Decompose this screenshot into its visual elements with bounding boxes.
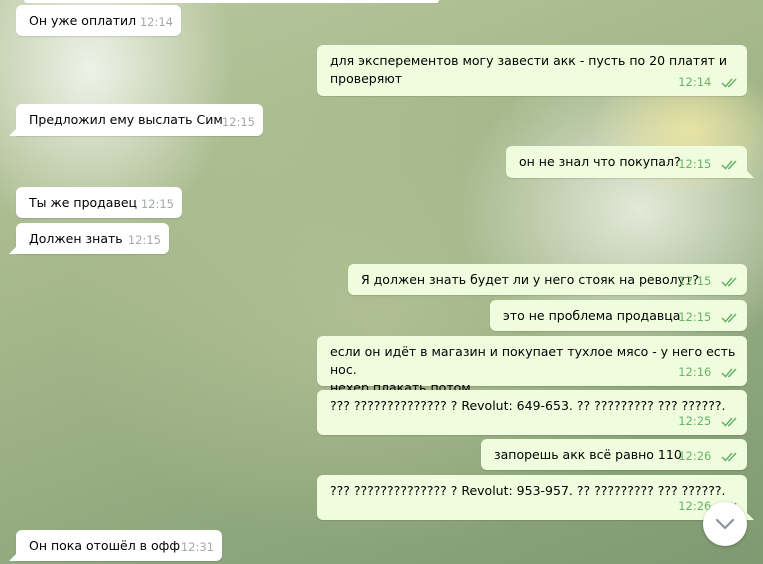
message-time: 12:14: [678, 75, 712, 89]
message-outgoing[interactable]: ??? ?????????????? ? Revolut: 953-957. ?…: [317, 475, 754, 520]
message-meta: 12:14: [678, 73, 739, 91]
message-outgoing[interactable]: это не проблема продавца 12:15: [490, 300, 747, 331]
double-check-icon: [721, 78, 737, 88]
double-check-icon: [721, 452, 737, 462]
scroll-down-button[interactable]: [703, 502, 747, 546]
message-incoming[interactable]: Должен знать 12:15: [9, 223, 169, 254]
message-time: 12:31: [180, 540, 214, 554]
message-time: 12:15: [678, 157, 712, 171]
message-meta: 12:16: [678, 363, 739, 381]
double-check-icon: [721, 313, 737, 323]
message-text: запорешь акк всё равно 110: [494, 447, 682, 462]
double-check-icon: [721, 160, 737, 170]
message-text: Ты же продавец: [29, 195, 138, 210]
message-time: 12:25: [678, 414, 712, 428]
message-meta: 12:25: [678, 412, 739, 430]
message-text: он не знал что покупал?: [519, 154, 681, 169]
message-text: ??? ?????????????? ? Revolut: 649-653. ?…: [330, 398, 726, 413]
message-time: 12:15: [678, 274, 712, 288]
message-meta: 12:15: [678, 155, 739, 173]
message-meta: 12:15: [678, 308, 739, 326]
message-text: Он уже оплатил: [29, 13, 137, 28]
message-outgoing[interactable]: для эксперементов могу завести акк - пус…: [317, 45, 747, 96]
message-outgoing[interactable]: ??? ?????????????? ? Revolut: 649-653. ?…: [317, 390, 747, 435]
message-meta: 12:26: [678, 447, 739, 465]
message-text: Предложил ему выслать Сим: [29, 112, 223, 127]
message-incoming[interactable]: Предложил ему выслать Сим 12:15: [9, 104, 263, 136]
double-check-icon: [721, 417, 737, 427]
previous-message-edge: [24, 0, 439, 3]
message-time: 12:14: [139, 15, 173, 29]
message-time: 12:15: [221, 115, 255, 129]
message-time: 12:26: [678, 449, 712, 463]
chat-history[interactable]: Он уже оплатил 12:14 для эксперементов м…: [0, 0, 763, 564]
message-text: Я должен знать будет ли у него стояк на …: [361, 272, 699, 287]
message-time: 12:16: [678, 365, 712, 379]
message-incoming[interactable]: Он пока отошёл в офф 12:31: [9, 530, 222, 561]
message-outgoing[interactable]: он не знал что покупал? 12:15: [506, 146, 754, 178]
message-outgoing[interactable]: Я должен знать будет ли у него стояк на …: [348, 264, 747, 295]
message-outgoing[interactable]: запорешь акк всё равно 110 12:26: [481, 439, 747, 470]
message-text: Он пока отошёл в офф: [29, 538, 181, 553]
message-incoming[interactable]: Ты же продавец 12:15: [16, 187, 182, 218]
double-check-icon: [721, 368, 737, 378]
message-time: 12:15: [140, 197, 174, 211]
message-time: 12:15: [127, 233, 161, 247]
message-text: ??? ?????????????? ? Revolut: 953-957. ?…: [330, 483, 726, 498]
message-incoming[interactable]: Он уже оплатил 12:14: [16, 5, 181, 36]
message-text: Должен знать: [29, 231, 123, 246]
message-text: для эксперементов могу завести акк - пус…: [330, 53, 728, 86]
message-meta: 12:15: [678, 272, 739, 290]
message-text: это не проблема продавца: [503, 308, 681, 323]
message-outgoing[interactable]: если он идёт в магазин и покупает тухлое…: [317, 336, 747, 395]
double-check-icon: [721, 277, 737, 287]
message-time: 12:15: [678, 310, 712, 324]
chevron-down-icon: [715, 518, 735, 530]
